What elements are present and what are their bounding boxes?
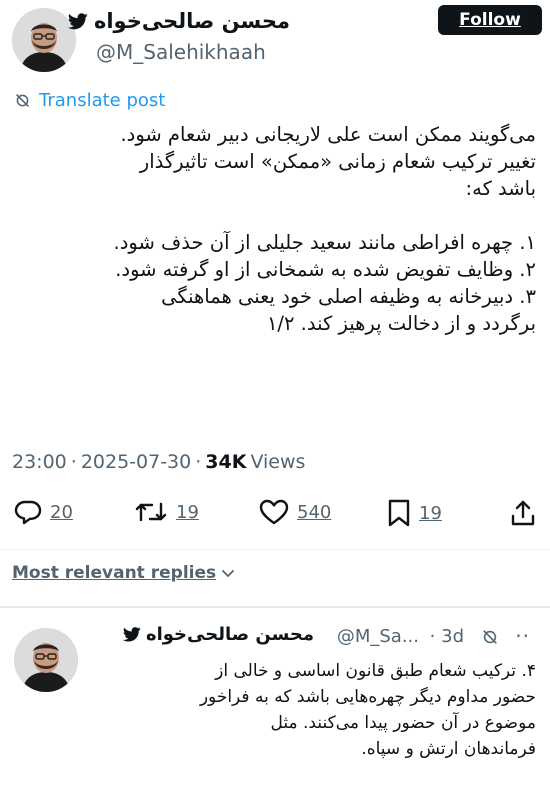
- bookmark-button[interactable]: 19: [387, 499, 442, 527]
- follow-button[interactable]: Follow: [438, 5, 542, 35]
- speech-bubble-icon: [14, 499, 42, 525]
- translate-post-link[interactable]: Translate post: [14, 90, 165, 111]
- repost-button[interactable]: 19: [134, 499, 199, 525]
- views-count: 34K: [205, 451, 247, 473]
- tweet-line: ۲. وظایف تفویض شده به شمخانی از او گرفته…: [115, 258, 536, 281]
- reply-line: ۴. ترکیب شعام طبق قانون اساسی و خالی از: [215, 661, 536, 681]
- translate-post-label: Translate post: [39, 90, 166, 111]
- repost-arrows-icon: [134, 499, 168, 525]
- like-count: 540: [297, 501, 332, 523]
- reply-line: فرماندهان ارتش و سپاه.: [361, 739, 536, 759]
- divider: [0, 606, 550, 608]
- tweet-meta: 23:00 · 2025-07-30 · 34K Views: [12, 449, 305, 475]
- grok-icon[interactable]: [481, 628, 499, 646]
- meta-separator: ·: [70, 451, 77, 473]
- reply-line: موضوع در آن حضور پیدا می‌کنند. مثل: [270, 713, 536, 733]
- reply-count: 20: [50, 501, 73, 523]
- heart-icon: [259, 499, 289, 525]
- twitter-bird-icon: [122, 627, 141, 642]
- tweet-line: برگردد و از دخالت پرهیز کند. ۱/۲: [266, 312, 536, 335]
- author-avatar[interactable]: [12, 8, 76, 72]
- author-handle[interactable]: @M_Salehikhaah: [96, 40, 266, 64]
- bookmark-icon: [387, 499, 411, 527]
- reply-author-avatar[interactable]: [14, 628, 78, 692]
- share-icon: [510, 499, 536, 527]
- tweet-line: باشد که:: [465, 177, 536, 200]
- tweet-date[interactable]: 2025-07-30: [81, 449, 191, 475]
- replies-sort-label: Most relevant replies: [12, 563, 217, 583]
- reply-header: محسن صالحی‌خواه @M_Sa... · 3d ··: [94, 624, 544, 652]
- author-display-name[interactable]: محسن صالحی‌خواه: [67, 8, 290, 34]
- reply-author-name[interactable]: محسن صالحی‌خواه: [122, 624, 314, 645]
- twitter-bird-icon: [67, 12, 88, 30]
- views-label: Views: [250, 451, 306, 473]
- tweet-text: می‌گویند ممکن است علی لاریجانی دبیر شعام…: [11, 121, 536, 337]
- tweet-line: ۳. دبیرخانه به وظیفه اصلی خود یعنی هماهن…: [161, 285, 536, 308]
- tweet-line: تغییر ترکیب شعام زمانی «ممکن» است تاثیرگ…: [139, 150, 536, 173]
- replies-sort-dropdown[interactable]: Most relevant replies: [12, 563, 236, 583]
- reply-line: حضور مداوم دیگر چهره‌هایی باشد که به فرا…: [199, 687, 536, 707]
- share-button[interactable]: [510, 499, 536, 527]
- more-options-button[interactable]: ··: [515, 624, 530, 648]
- divider: [0, 549, 550, 550]
- reply-time[interactable]: · 3d: [430, 626, 464, 647]
- tweet-line-blank: [11, 202, 536, 229]
- bookmark-count: 19: [419, 502, 442, 524]
- tweet-line: می‌گویند ممکن است علی لاریجانی دبیر شعام…: [120, 123, 536, 146]
- meta-separator: ·: [195, 451, 202, 473]
- like-button[interactable]: 540: [259, 499, 331, 525]
- globe-icon: [14, 92, 31, 109]
- chevron-down-icon: [220, 565, 236, 581]
- reply-button[interactable]: 20: [14, 499, 73, 525]
- repost-count: 19: [176, 501, 199, 523]
- reply-author-handle[interactable]: @M_Sa...: [337, 626, 419, 647]
- author-name-text: محسن صالحی‌خواه: [93, 9, 290, 33]
- reply-author-name-text: محسن صالحی‌خواه: [145, 624, 314, 645]
- tweet-time[interactable]: 23:00: [12, 449, 67, 475]
- reply-text: ۴. ترکیب شعام طبق قانون اساسی و خالی از …: [96, 658, 536, 762]
- tweet-line: ۱. چهره افراطی مانند سعید جلیلی از آن حذ…: [113, 231, 536, 254]
